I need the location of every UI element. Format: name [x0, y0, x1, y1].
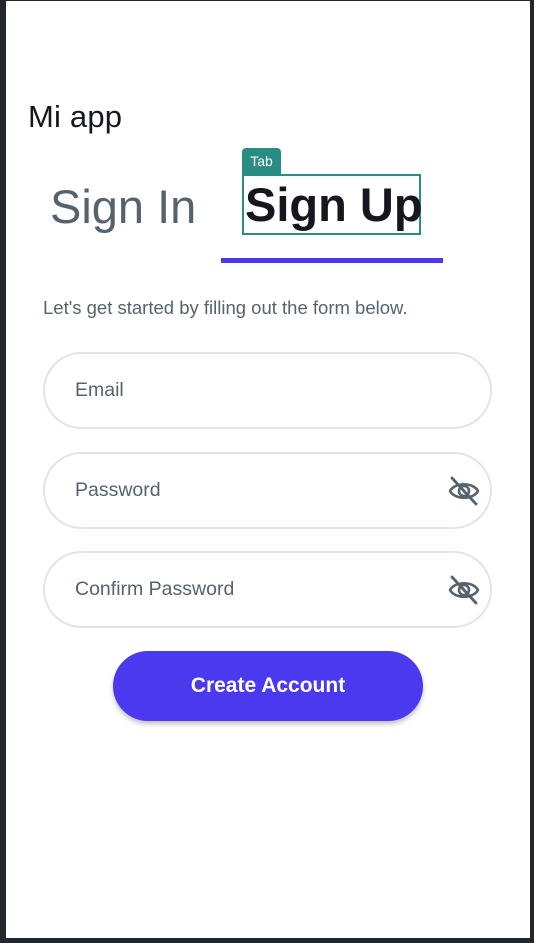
inspector-badge: Tab — [242, 148, 281, 174]
create-account-button[interactable]: Create Account — [113, 651, 423, 721]
password-field[interactable] — [43, 452, 492, 529]
email-field[interactable] — [43, 352, 492, 429]
active-tab-indicator — [221, 258, 443, 263]
app-title: Mi app — [28, 99, 123, 134]
form-subtitle: Let's get started by filling out the for… — [43, 297, 408, 318]
tab-sign-up[interactable]: Sign Up — [242, 174, 423, 235]
email-input[interactable] — [75, 354, 435, 426]
eye-off-icon[interactable] — [448, 575, 480, 605]
confirm-password-field[interactable] — [43, 551, 492, 628]
app-screen: Mi app Sign In Tab Sign Up Let's get sta… — [6, 0, 530, 938]
confirm-password-input[interactable] — [75, 553, 435, 625]
eye-off-icon[interactable] — [448, 476, 480, 506]
password-input[interactable] — [75, 454, 435, 526]
tab-sign-in[interactable]: Sign In — [50, 179, 196, 235]
